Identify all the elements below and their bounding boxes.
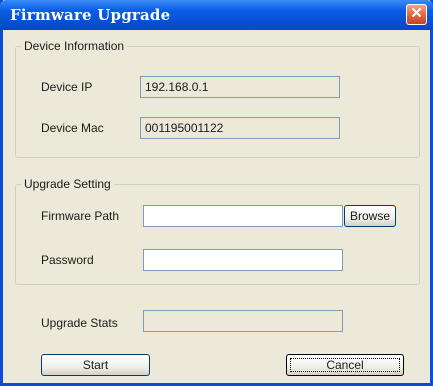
device-information-group: Device Information <box>15 39 420 158</box>
device-information-legend: Device Information <box>21 39 128 53</box>
device-mac-field: 001195001122 <box>140 117 340 139</box>
cancel-focus-rect <box>290 358 400 372</box>
firmware-path-input[interactable] <box>143 205 343 227</box>
password-input[interactable] <box>143 249 343 271</box>
browse-button-label: Browse <box>349 209 390 223</box>
browse-button[interactable]: Browse <box>344 205 396 227</box>
start-button[interactable]: Start <box>41 354 150 376</box>
window-title: Firmware Upgrade <box>10 6 171 24</box>
firmware-upgrade-window: Firmware Upgrade ✕ Device Information De… <box>0 0 433 386</box>
cancel-button[interactable]: Cancel <box>286 354 404 376</box>
close-icon: ✕ <box>410 5 423 22</box>
upgrade-setting-legend: Upgrade Setting <box>21 177 114 191</box>
upgrade-stats-field <box>143 310 343 332</box>
device-ip-label: Device IP <box>41 80 93 94</box>
close-button[interactable]: ✕ <box>406 4 427 25</box>
device-ip-field: 192.168.0.1 <box>140 76 340 98</box>
title-bar[interactable]: Firmware Upgrade ✕ <box>0 0 433 30</box>
password-label: Password <box>41 253 94 267</box>
start-button-label: Start <box>82 358 109 372</box>
device-mac-label: Device Mac <box>41 121 104 135</box>
upgrade-stats-label: Upgrade Stats <box>41 316 118 330</box>
firmware-path-label: Firmware Path <box>41 209 120 223</box>
